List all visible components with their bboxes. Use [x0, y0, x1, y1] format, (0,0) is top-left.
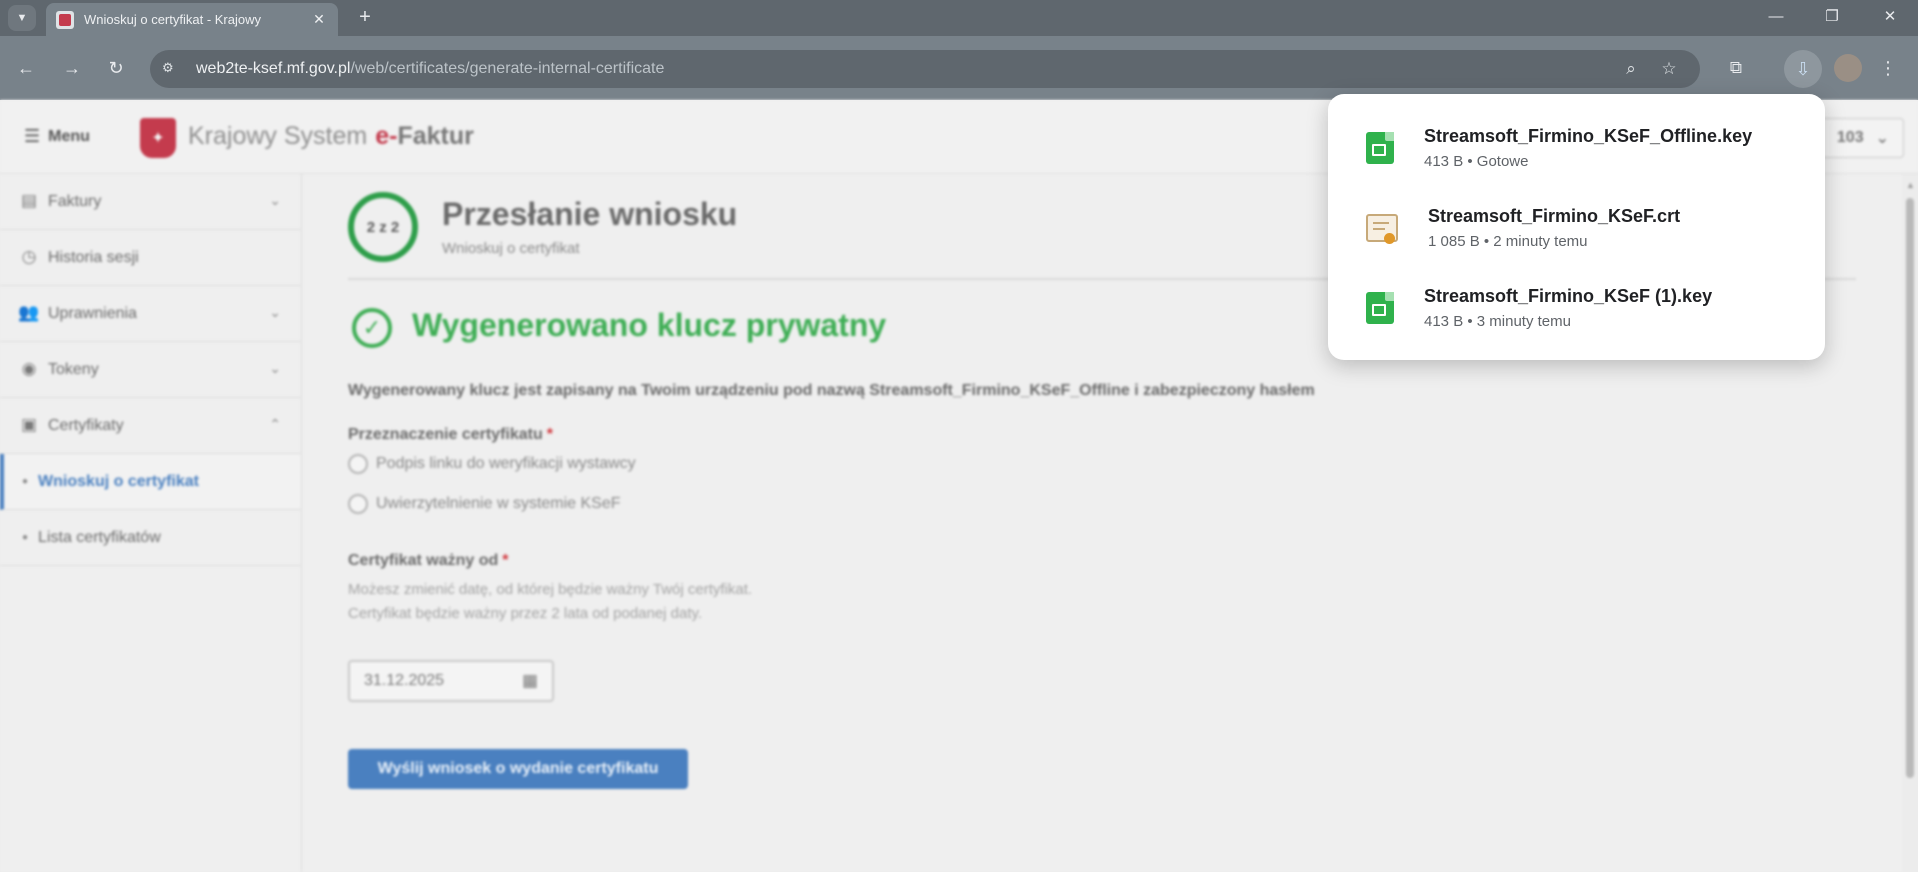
- radio-button[interactable]: [348, 454, 368, 474]
- tab-search-chevron-icon[interactable]: ▼: [8, 5, 36, 31]
- tab-close-icon[interactable]: ✕: [310, 11, 328, 28]
- browser-tab-active[interactable]: Wnioskuj o certyfikat - Krajowy ✕: [46, 3, 338, 36]
- screen: ▼ Wnioskuj o certyfikat - Krajowy ✕ + — …: [0, 0, 1918, 872]
- sidebar-subitem-lista[interactable]: ● Lista certyfikatów: [0, 510, 301, 566]
- people-icon: 👥: [18, 302, 40, 322]
- clock-icon: ◷: [21, 246, 37, 266]
- key-file-icon: [1366, 132, 1394, 164]
- zoom-search-icon[interactable]: ⌕: [1620, 59, 1642, 79]
- calendar-icon[interactable]: ▦: [520, 671, 540, 691]
- scrollbar-thumb[interactable]: [1906, 198, 1914, 778]
- download-meta: 413 B • Gotowe: [1424, 153, 1529, 170]
- download-item[interactable]: Streamsoft_Firmino_KSeF (1).key 413 B • …: [1328, 268, 1825, 348]
- reload-icon[interactable]: ↻: [102, 54, 130, 82]
- back-arrow-icon[interactable]: ←: [12, 54, 40, 82]
- sidebar: ▤ Faktury ⌄ ◷ Historia sesji 👥 Uprawnien…: [0, 174, 302, 872]
- page-title: Przesłanie wniosku: [442, 196, 738, 232]
- radio-button[interactable]: [348, 494, 368, 514]
- download-filename: Streamsoft_Firmino_KSeF.crt: [1428, 206, 1681, 226]
- site-favicon-icon: [56, 10, 74, 29]
- purpose-label: Przeznaczenie certyfikatu *: [348, 426, 553, 443]
- step-indicator: 2 z 2: [348, 192, 418, 262]
- key-saved-info: Wygenerowany klucz jest zapisany na Twoi…: [348, 382, 1315, 399]
- date-value: 31.12.2025: [364, 672, 445, 689]
- sidebar-item-uprawnienia[interactable]: 👥 Uprawnienia ⌄: [0, 286, 301, 342]
- address-url[interactable]: web2te-ksef.mf.gov.pl/web/certificates/g…: [196, 60, 664, 78]
- download-meta: 413 B • 3 minuty temu: [1424, 313, 1571, 330]
- chevron-down-icon: ⌄: [1875, 130, 1889, 147]
- bookmark-star-icon[interactable]: ☆: [1658, 59, 1680, 79]
- browser-menu-icon[interactable]: ⋮: [1876, 54, 1900, 82]
- key-file-icon: [1366, 292, 1394, 324]
- window-close-icon[interactable]: ✕: [1870, 4, 1910, 30]
- eagle-logo-icon[interactable]: ✦: [140, 118, 176, 158]
- valid-from-help: Możesz zmienić datę, od której będzie wa…: [348, 581, 753, 622]
- address-bar[interactable]: ⚙ web2te-ksef.mf.gov.pl/web/certificates…: [150, 50, 1700, 88]
- chevron-down-icon: ⌄: [269, 360, 281, 376]
- download-filename: Streamsoft_Firmino_KSeF_Offline.key: [1424, 126, 1753, 146]
- download-filename: Streamsoft_Firmino_KSeF (1).key: [1424, 286, 1713, 306]
- sidebar-subitem-wnioskuj[interactable]: ● Wnioskuj o certyfikat: [0, 454, 301, 510]
- browser-tabstrip: ▼ Wnioskuj o certyfikat - Krajowy ✕ + — …: [0, 0, 1918, 36]
- download-meta: 1 085 B • 2 minuty temu: [1428, 233, 1588, 250]
- downloads-button-icon[interactable]: ⇩: [1784, 50, 1822, 88]
- download-item[interactable]: Streamsoft_Firmino_KSeF_Offline.key 413 …: [1328, 108, 1825, 188]
- valid-from-label: Certyfikat ważny od *: [348, 552, 509, 569]
- check-circle-icon: ✓: [352, 308, 392, 348]
- profile-avatar[interactable]: [1834, 54, 1862, 82]
- token-icon: ◉: [21, 358, 37, 378]
- sidebar-item-certyfikaty[interactable]: ▣ Certyfikaty ⌃: [0, 398, 301, 454]
- success-title: Wygenerowano klucz prywatny: [412, 307, 887, 343]
- sidebar-item-faktury[interactable]: ▤ Faktury ⌄: [0, 174, 301, 230]
- page-scrollbar[interactable]: ▲: [1902, 174, 1918, 872]
- bullet-icon: ●: [22, 476, 29, 487]
- new-tab-plus-icon[interactable]: +: [352, 6, 378, 30]
- bullet-icon: ●: [22, 532, 29, 543]
- sidebar-item-historia-sesji[interactable]: ◷ Historia sesji: [0, 230, 301, 286]
- site-settings-icon[interactable]: ⚙: [162, 60, 182, 78]
- scroll-up-arrow-icon[interactable]: ▲: [1906, 180, 1915, 190]
- menu-button[interactable]: ☰ Menu: [24, 126, 90, 147]
- menu-label: Menu: [48, 127, 90, 145]
- forward-arrow-icon[interactable]: →: [58, 54, 86, 82]
- chevron-down-icon: ⌄: [269, 304, 281, 320]
- browser-toolbar: ← → ↻ ⚙ web2te-ksef.mf.gov.pl/web/certif…: [0, 36, 1918, 100]
- chevron-up-icon: ⌃: [269, 416, 281, 432]
- purpose-option-ksef-auth[interactable]: Uwierzytelnienie w systemie KSeF: [348, 494, 621, 514]
- submit-request-button[interactable]: Wyślij wniosek o wydanie certyfikatu: [348, 749, 688, 789]
- window-minimize-icon[interactable]: —: [1756, 4, 1796, 30]
- downloads-popup: Streamsoft_Firmino_KSeF_Offline.key 413 …: [1328, 94, 1825, 360]
- document-icon: ▤: [20, 190, 38, 210]
- brand-name[interactable]: Krajowy System e-Faktur: [188, 122, 474, 151]
- download-item[interactable]: Streamsoft_Firmino_KSeF.crt 1 085 B • 2 …: [1328, 188, 1825, 268]
- page-subtitle: Wnioskuj o certyfikat: [442, 240, 580, 257]
- extensions-puzzle-icon[interactable]: ⧉: [1722, 54, 1750, 82]
- window-restore-icon[interactable]: ❐: [1812, 4, 1852, 30]
- certificate-icon: ▣: [20, 414, 38, 434]
- hamburger-icon: ☰: [24, 126, 41, 146]
- sidebar-item-tokeny[interactable]: ◉ Tokeny ⌄: [0, 342, 301, 398]
- chevron-down-icon: ⌄: [269, 192, 281, 208]
- certificate-file-icon: [1366, 214, 1398, 244]
- purpose-option-link-signature[interactable]: Podpis linku do weryfikacji wystawcy: [348, 454, 636, 474]
- tab-title: Wnioskuj o certyfikat - Krajowy: [84, 12, 261, 27]
- valid-from-date-input[interactable]: 31.12.2025 ▦: [348, 660, 554, 702]
- context-select-value: 103: [1836, 129, 1864, 146]
